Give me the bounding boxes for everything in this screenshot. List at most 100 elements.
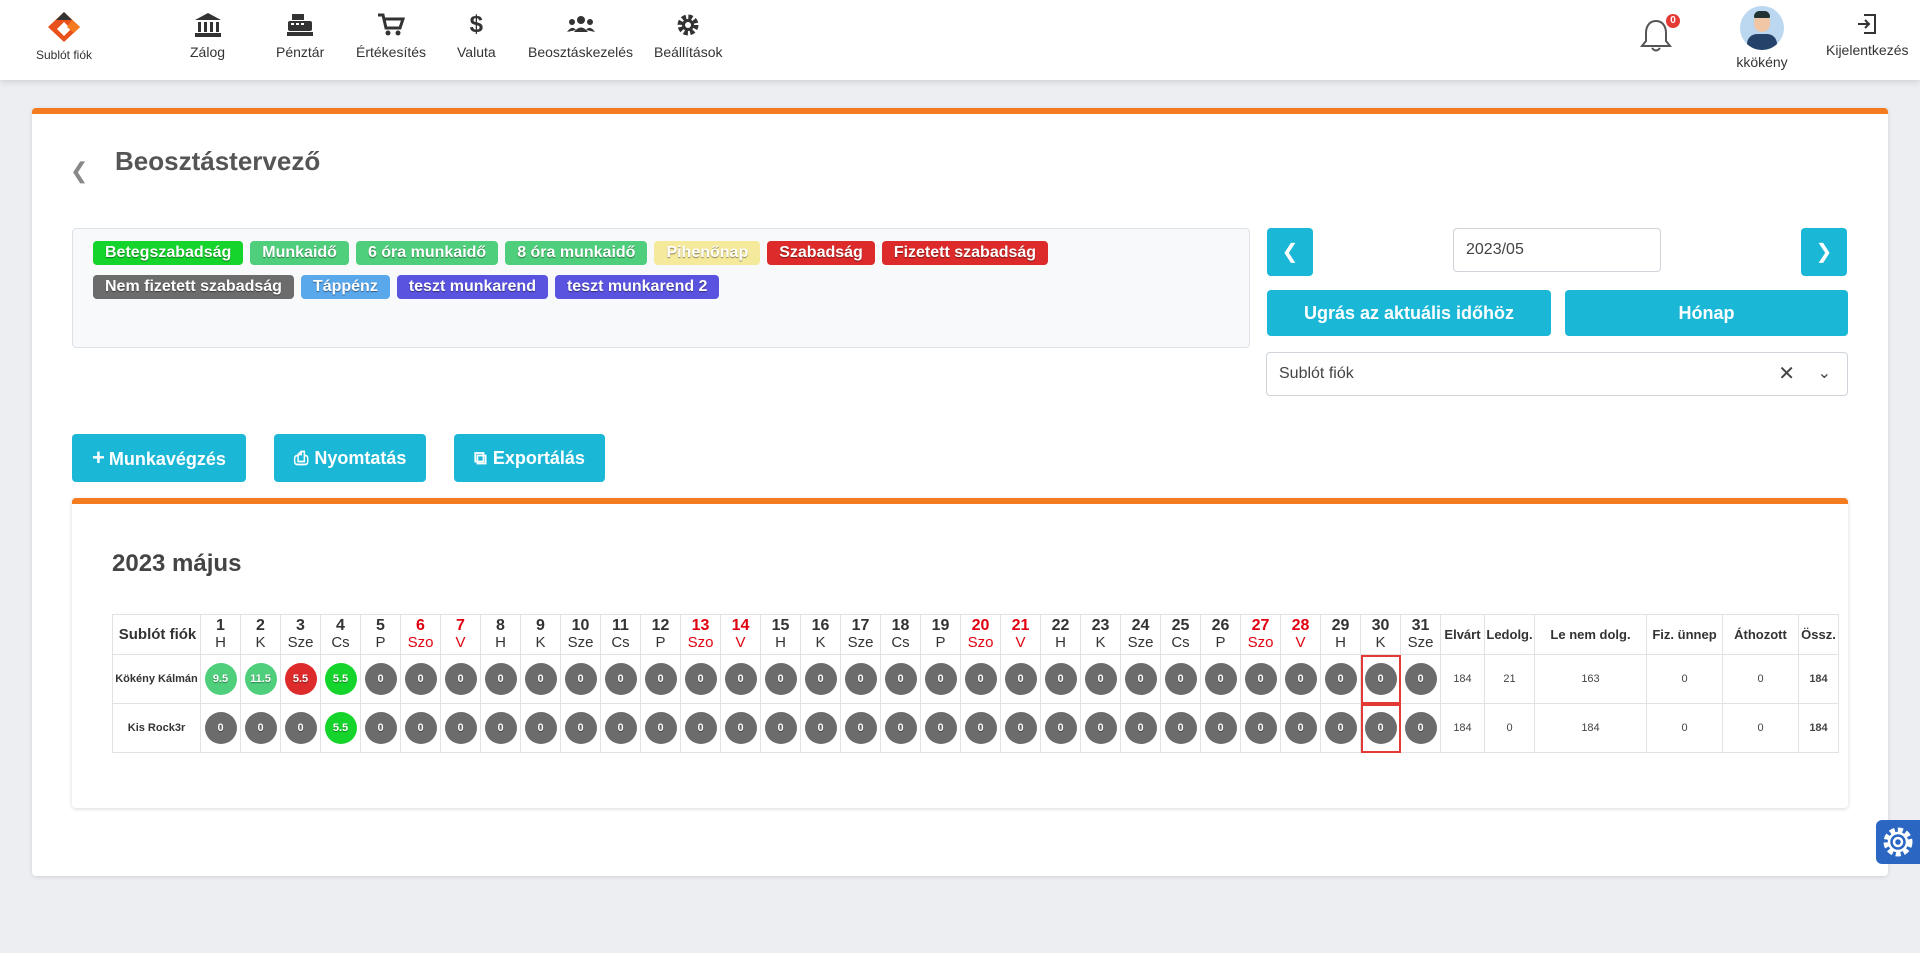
schedule-cell[interactable]: 0: [280, 703, 321, 753]
settings-fab[interactable]: [1876, 820, 1920, 864]
logout-icon: [1858, 14, 1877, 34]
schedule-cell[interactable]: 11.5: [240, 654, 281, 704]
schedule-cell[interactable]: 0: [1000, 654, 1041, 704]
legend-tag[interactable]: Betegszabadság: [93, 241, 244, 265]
back-arrow-icon[interactable]: ❮: [70, 158, 88, 184]
schedule-cell[interactable]: 0: [1160, 703, 1201, 753]
schedule-cell[interactable]: 0: [240, 703, 281, 753]
schedule-cell[interactable]: 0: [1000, 703, 1041, 753]
schedule-cell[interactable]: 0: [1080, 703, 1121, 753]
month-view-button[interactable]: Hónap: [1565, 290, 1848, 336]
schedule-cell[interactable]: 0: [600, 703, 641, 753]
schedule-cell[interactable]: 0: [680, 703, 721, 753]
schedule-cell[interactable]: 0: [1280, 703, 1321, 753]
schedule-cell[interactable]: 0: [400, 703, 441, 753]
schedule-cell[interactable]: 0: [920, 703, 961, 753]
nav-valuta[interactable]: $ Valuta: [457, 12, 496, 61]
legend-tag[interactable]: Fizetett szabadság: [881, 241, 1049, 265]
schedule-cell[interactable]: 0: [960, 703, 1001, 753]
schedule-cell[interactable]: 5.5: [280, 654, 321, 704]
schedule-cell[interactable]: 0: [1240, 654, 1281, 704]
schedule-cell[interactable]: 0: [840, 703, 881, 753]
schedule-cell[interactable]: 0: [1080, 654, 1121, 704]
schedule-cell[interactable]: 5.5: [320, 654, 361, 704]
print-button[interactable]: ⎙ Nyomtatás: [274, 434, 427, 482]
nav-penztar[interactable]: Pénztár: [276, 12, 324, 60]
schedule-cell[interactable]: 5.5: [320, 703, 361, 753]
logout-button[interactable]: Kijelentkezés: [1826, 12, 1909, 58]
schedule-cell[interactable]: 0: [600, 654, 641, 704]
schedule-cell[interactable]: 0: [520, 703, 561, 753]
export-button[interactable]: ⧉ Exportálás: [454, 434, 605, 482]
schedule-cell[interactable]: 0: [1360, 703, 1401, 753]
add-work-button[interactable]: + Munkavégzés: [72, 434, 246, 482]
schedule-cell[interactable]: 0: [440, 654, 481, 704]
brand-logo-link[interactable]: Sublót fiók: [28, 10, 100, 62]
period-input[interactable]: 2023/05: [1453, 228, 1661, 272]
legend-tag[interactable]: Szabadság: [767, 241, 875, 265]
legend-tag[interactable]: teszt munkarend 2: [554, 275, 720, 299]
schedule-cell[interactable]: 0: [360, 654, 401, 704]
schedule-cell[interactable]: 0: [560, 654, 601, 704]
legend-tag[interactable]: 8 óra munkaidő: [505, 241, 648, 265]
notifications-button[interactable]: 0: [1636, 14, 1680, 59]
chevron-down-icon[interactable]: ⌄: [1818, 353, 1831, 395]
schedule-cell[interactable]: 0: [1040, 654, 1081, 704]
schedule-cell[interactable]: 0: [680, 654, 721, 704]
schedule-cell[interactable]: 0: [840, 654, 881, 704]
schedule-cell[interactable]: 0: [1320, 703, 1361, 753]
schedule-cell[interactable]: 0: [480, 654, 521, 704]
schedule-cell[interactable]: 0: [200, 703, 241, 753]
schedule-cell[interactable]: 0: [760, 703, 801, 753]
branch-select[interactable]: Sublót fiók ✕ ⌄: [1266, 352, 1848, 396]
legend-tag[interactable]: 6 óra munkaidő: [355, 241, 499, 265]
schedule-cell[interactable]: 0: [360, 703, 401, 753]
nav-beallitasok[interactable]: Beállítások: [654, 12, 722, 60]
schedule-cell[interactable]: 0: [880, 703, 921, 753]
schedule-cell[interactable]: 0: [1360, 654, 1401, 704]
schedule-cell[interactable]: 0: [1240, 703, 1281, 753]
user-profile[interactable]: kkökény: [1734, 6, 1790, 70]
schedule-cell[interactable]: 0: [640, 703, 681, 753]
jump-to-now-button[interactable]: Ugrás az aktuális időhöz: [1267, 290, 1551, 336]
schedule-cell[interactable]: 0: [520, 654, 561, 704]
clear-icon[interactable]: ✕: [1778, 353, 1795, 395]
legend-tag[interactable]: Pihenőnap: [654, 241, 761, 265]
schedule-cell[interactable]: 0: [880, 654, 921, 704]
schedule-cell[interactable]: 0: [440, 703, 481, 753]
schedule-cell[interactable]: 0: [760, 654, 801, 704]
schedule-cell[interactable]: 0: [1280, 654, 1321, 704]
schedule-cell[interactable]: 0: [400, 654, 441, 704]
schedule-cell[interactable]: 0: [640, 654, 681, 704]
nav-ertekesites[interactable]: Értékesítés: [356, 12, 426, 60]
day-header: 22 H: [1040, 614, 1081, 655]
schedule-cell[interactable]: 0: [560, 703, 601, 753]
schedule-cell[interactable]: 0: [1400, 654, 1441, 704]
legend-tag[interactable]: teszt munkarend: [396, 275, 548, 299]
schedule-cell[interactable]: 0: [1200, 703, 1241, 753]
schedule-cell[interactable]: 0: [480, 703, 521, 753]
prev-period-button[interactable]: ❮: [1267, 228, 1313, 276]
schedule-cell[interactable]: 0: [920, 654, 961, 704]
schedule-cell[interactable]: 0: [720, 654, 761, 704]
legend-tag[interactable]: Táppénz: [300, 275, 390, 299]
nav-zalog[interactable]: Zálog: [190, 12, 225, 60]
schedule-cell[interactable]: 0: [960, 654, 1001, 704]
legend-tag[interactable]: Nem fizetett szabadság: [93, 275, 294, 299]
nav-beosztaskezeles[interactable]: Beosztáskezelés: [528, 12, 633, 60]
hours-badge: 0: [1044, 712, 1077, 744]
schedule-cell[interactable]: 0: [1040, 703, 1081, 753]
schedule-cell[interactable]: 0: [1320, 654, 1361, 704]
schedule-cell[interactable]: 0: [1160, 654, 1201, 704]
schedule-cell[interactable]: 0: [720, 703, 761, 753]
schedule-cell[interactable]: 0: [1200, 654, 1241, 704]
schedule-cell[interactable]: 0: [1120, 703, 1161, 753]
schedule-cell[interactable]: 0: [800, 654, 841, 704]
legend-tag[interactable]: Munkaidő: [250, 241, 349, 265]
schedule-cell[interactable]: 0: [1120, 654, 1161, 704]
next-period-button[interactable]: ❯: [1801, 228, 1847, 276]
schedule-cell[interactable]: 0: [1400, 703, 1441, 753]
schedule-cell[interactable]: 0: [800, 703, 841, 753]
schedule-cell[interactable]: 9.5: [200, 654, 241, 704]
day-number: 29: [1331, 617, 1350, 635]
